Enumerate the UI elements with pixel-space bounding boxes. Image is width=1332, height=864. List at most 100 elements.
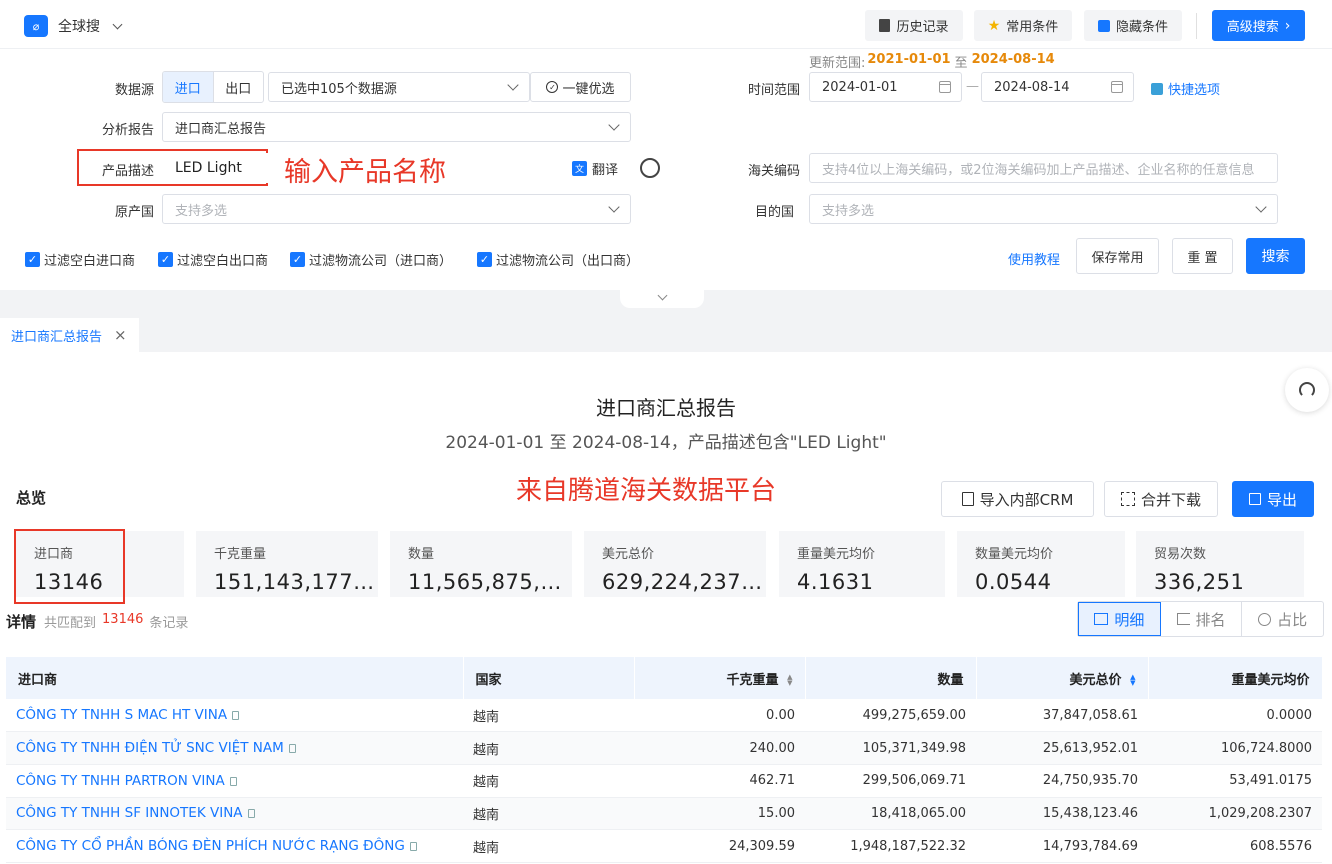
- collapse-handle[interactable]: [620, 290, 704, 308]
- origin-placeholder: 支持多选: [175, 203, 228, 219]
- col-country[interactable]: 国家: [463, 657, 635, 699]
- dest-select[interactable]: 支持多选: [809, 194, 1278, 224]
- grid-icon: [1094, 613, 1109, 625]
- kpi-card-weight-avg: 重量美元均价 4.1631: [779, 531, 945, 597]
- cell-country: 越南: [463, 797, 634, 831]
- tab-export[interactable]: 出口: [214, 72, 264, 102]
- chevron-down-icon: [507, 79, 519, 91]
- copy-icon[interactable]: [247, 809, 255, 819]
- copy-icon[interactable]: [232, 711, 240, 721]
- check-circle-icon: ✓: [546, 81, 559, 93]
- report-label: 分析报告: [101, 123, 154, 138]
- copy-icon[interactable]: [409, 842, 417, 852]
- scope-selector[interactable]: ⌀ 全球搜: [24, 15, 123, 37]
- kpi-card-qty-avg: 数量美元均价 0.0544: [957, 531, 1125, 597]
- cell-weight-text: 462.71: [749, 773, 796, 789]
- favorites-label: 常用条件: [1006, 20, 1059, 35]
- export-button[interactable]: 导出: [1232, 481, 1314, 517]
- history-button[interactable]: 历史记录: [865, 10, 963, 41]
- origin-select[interactable]: 支持多选: [162, 194, 631, 224]
- history-icon: [879, 19, 891, 32]
- cell-country-text: 越南: [473, 840, 500, 856]
- importer-table: 进口商 国家 千克重量 ▲ ▼ 数量 美元总价 ▲ ▼ 重量美元均价 CÔNG TY T…: [6, 657, 1323, 863]
- filter-logistics-exporter[interactable]: ✓ 过滤物流公司（出口商）: [477, 250, 639, 269]
- col-weight-avg[interactable]: 重量美元均价: [1148, 657, 1323, 699]
- cell-total-usd: 15,438,123.46: [976, 797, 1148, 831]
- col-quantity[interactable]: 数量: [805, 657, 977, 699]
- date-from-value: 2024-01-01: [822, 79, 898, 95]
- one-click-optimize-button[interactable]: ✓ 一键优选: [530, 72, 631, 102]
- filter-blank-exporter[interactable]: ✓ 过滤空白出口商: [158, 250, 268, 269]
- kpi-label: 千克重量: [214, 547, 267, 562]
- chevron-down-icon: [608, 119, 620, 131]
- time-label: 时间范围: [747, 83, 800, 98]
- cell-importer[interactable]: CÔNG TY CỔ PHẦN BÓNG ĐÈN PHÍCH NƯỚC RẠNG…: [6, 829, 463, 863]
- view-rank-button[interactable]: 排名: [1161, 602, 1243, 636]
- copy-icon[interactable]: [288, 744, 296, 754]
- filter-label: 过滤空白进口商: [44, 254, 136, 269]
- cell-importer[interactable]: CÔNG TY TNHH PARTRON VINA: [6, 764, 463, 798]
- annotation-product-text: 输入产品名称: [284, 157, 446, 188]
- filter-logistics-importer[interactable]: ✓ 过滤物流公司（进口商）: [290, 250, 452, 269]
- history-label: 历史记录: [896, 20, 949, 35]
- hide-conditions-button[interactable]: 隐藏条件: [1084, 10, 1182, 41]
- col-importer[interactable]: 进口商: [6, 657, 464, 699]
- advanced-search-button[interactable]: 高级搜索 ›: [1212, 10, 1305, 41]
- table-row: CÔNG TY TNHH S MAC HT VINA 越南 0.00 499,275,…: [6, 699, 1322, 733]
- sort-icon[interactable]: ▲ ▼: [1128, 674, 1135, 687]
- checkbox-icon: ✓: [477, 252, 492, 267]
- view-detail-button[interactable]: 明细: [1078, 602, 1161, 636]
- source-select[interactable]: 已选中105个数据源: [268, 72, 530, 102]
- source-label: 数据源: [114, 83, 154, 98]
- headset-icon[interactable]: [1285, 368, 1329, 412]
- view-share-button[interactable]: 占比: [1242, 602, 1323, 636]
- save-favorite-button[interactable]: 保存常用: [1076, 238, 1159, 274]
- hs-code-input[interactable]: 支持4位以上海关编码，或2位海关编码加上产品描述、企业名称的任意信息: [809, 153, 1278, 183]
- import-export-toggle[interactable]: 进口 出口: [162, 71, 264, 103]
- report-select[interactable]: 进口商汇总报告: [162, 112, 631, 142]
- sort-icon[interactable]: ▲ ▼: [785, 674, 792, 687]
- close-icon[interactable]: ×: [114, 326, 127, 344]
- col-total-usd[interactable]: 美元总价 ▲ ▼: [976, 657, 1149, 699]
- pie-icon: [1258, 612, 1272, 626]
- cell-quantity: 105,371,349.98: [805, 731, 976, 765]
- cell-country: 越南: [463, 699, 634, 733]
- tab-report[interactable]: 进口商汇总报告 ×: [0, 318, 139, 352]
- kpi-label: 数量: [408, 547, 435, 562]
- quick-options-link[interactable]: 快捷选项: [1151, 79, 1220, 98]
- source-value: 已选中105个数据源: [281, 81, 397, 97]
- cell-importer[interactable]: CÔNG TY TNHH S MAC HT VINA: [6, 699, 463, 733]
- report-value: 进口商汇总报告: [175, 121, 267, 137]
- translate-button[interactable]: 文 翻译: [572, 159, 618, 178]
- cell-weight-avg-text: 106,724.8000: [1221, 740, 1312, 756]
- cell-weight: 0.00: [634, 699, 805, 733]
- report-title: 进口商汇总报告: [596, 396, 736, 420]
- import-crm-button[interactable]: 导入内部CRM: [941, 481, 1094, 517]
- kpi-label: 重量美元均价: [797, 547, 876, 562]
- cell-importer[interactable]: CÔNG TY TNHH ĐIỆN TỬ SNC VIỆT NAM: [6, 731, 463, 765]
- cell-total-usd-text: 37,847,058.61: [1042, 707, 1138, 723]
- cell-importer[interactable]: CÔNG TY TNHH SF INNOTEK VINA: [6, 797, 463, 831]
- view-switch: 明细 排名 占比: [1077, 601, 1324, 637]
- tab-import[interactable]: 进口: [163, 72, 214, 102]
- search-button[interactable]: 搜索: [1246, 238, 1305, 274]
- date-from-input[interactable]: 2024-01-01: [809, 72, 962, 102]
- copy-icon[interactable]: [229, 776, 237, 786]
- col-weight[interactable]: 千克重量 ▲ ▼: [634, 657, 806, 699]
- tutorial-link[interactable]: 使用教程: [1008, 249, 1060, 268]
- cell-total-usd: 14,793,784.69: [976, 829, 1148, 863]
- filter-blank-importer[interactable]: ✓ 过滤空白进口商: [25, 250, 135, 269]
- cell-weight-avg: 0.0000: [1148, 699, 1322, 733]
- cell-weight-avg-text: 53,491.0175: [1229, 773, 1312, 789]
- search-history-icon[interactable]: [640, 158, 660, 178]
- merge-download-button[interactable]: 合并下载: [1104, 481, 1218, 517]
- reset-button[interactable]: 重 置: [1172, 238, 1233, 274]
- cell-importer-text: CÔNG TY TNHH ĐIỆN TỬ SNC VIỆT NAM: [16, 740, 284, 757]
- cell-weight-avg-text: 1,029,208.2307: [1208, 805, 1312, 821]
- date-to-input[interactable]: 2024-08-14: [981, 72, 1134, 102]
- date-separator: —: [966, 79, 979, 94]
- globe-icon: ⌀: [24, 15, 48, 37]
- favorite-conditions-button[interactable]: ★ 常用条件: [974, 10, 1072, 41]
- export-icon: [1248, 493, 1261, 505]
- cell-weight-text: 24,309.59: [728, 838, 795, 854]
